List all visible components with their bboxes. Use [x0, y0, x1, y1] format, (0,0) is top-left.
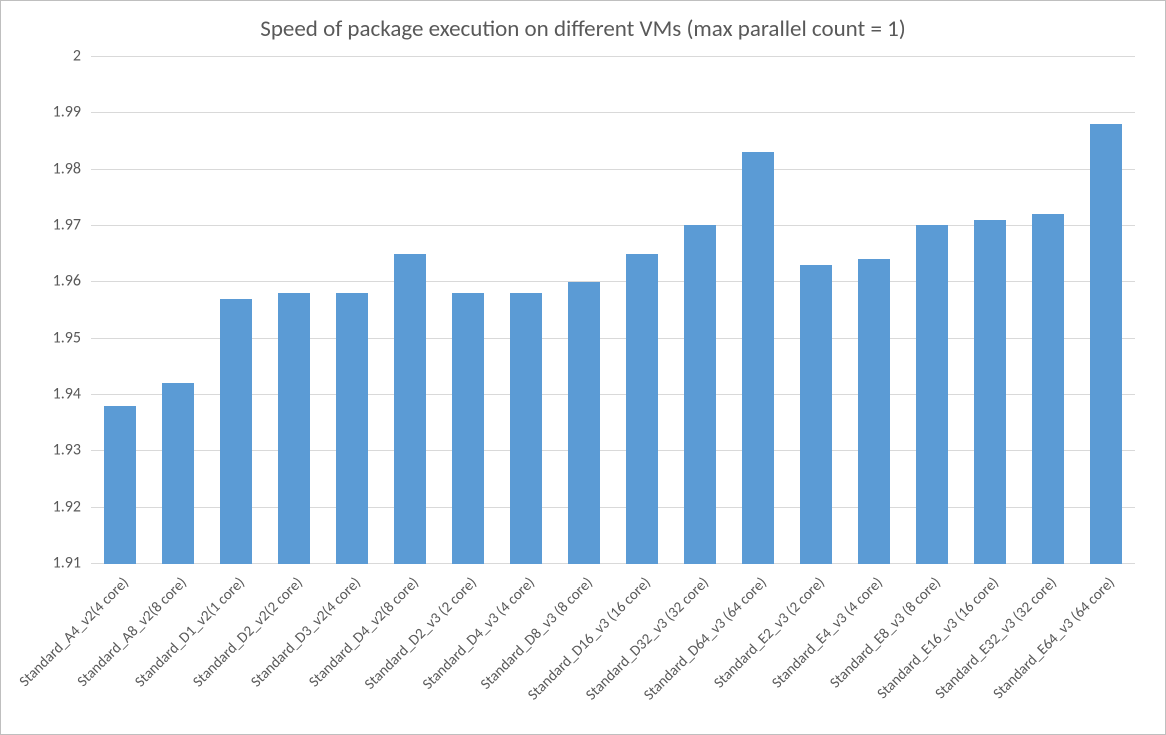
bar [800, 265, 832, 564]
bar [684, 225, 716, 564]
bar-slot [555, 56, 613, 564]
x-tick-label: Standard_A4_v2(4 core) [16, 574, 133, 691]
y-tick-label: 2 [73, 47, 91, 66]
bar [452, 293, 484, 564]
bar [278, 293, 310, 564]
bar [1032, 214, 1064, 564]
bar-slot [323, 56, 381, 564]
plot-area: 1.911.921.931.941.951.961.971.981.992 [91, 56, 1135, 564]
chart-title: Speed of package execution on different … [1, 1, 1165, 49]
bar-slot [671, 56, 729, 564]
bar-slot [613, 56, 671, 564]
bar-slot [381, 56, 439, 564]
y-tick-label: 1.93 [53, 441, 91, 460]
bar [1090, 124, 1122, 564]
chart-container: Speed of package execution on different … [0, 0, 1166, 735]
bar [568, 282, 600, 564]
bar [626, 254, 658, 564]
y-tick-label: 1.91 [53, 554, 91, 573]
bar-slot [149, 56, 207, 564]
x-label-slot: Standard_E64_v3 (64 core) [1077, 566, 1135, 734]
bar [104, 406, 136, 564]
y-tick-label: 1.92 [53, 497, 91, 516]
bar-slot [497, 56, 555, 564]
bar-slot [787, 56, 845, 564]
bar [742, 152, 774, 564]
bar [858, 259, 890, 564]
y-tick-label: 1.97 [53, 216, 91, 235]
y-tick-label: 1.95 [53, 328, 91, 347]
y-tick-label: 1.98 [53, 159, 91, 178]
bar [510, 293, 542, 564]
y-tick-label: 1.96 [53, 272, 91, 291]
bar-slot [1019, 56, 1077, 564]
bar-slot [207, 56, 265, 564]
bar-slot [91, 56, 149, 564]
bar [974, 220, 1006, 564]
y-tick-label: 1.99 [53, 103, 91, 122]
bar-slot [961, 56, 1019, 564]
x-axis-labels: Standard_A4_v2(4 core)Standard_A8_v2(8 c… [91, 566, 1135, 734]
bar-slot [729, 56, 787, 564]
bar [220, 299, 252, 564]
bar [336, 293, 368, 564]
bar [394, 254, 426, 564]
bar-slot [439, 56, 497, 564]
bar-slot [903, 56, 961, 564]
bar [916, 225, 948, 564]
bar [162, 383, 194, 564]
bar-slot [1077, 56, 1135, 564]
bar-slot [845, 56, 903, 564]
bar-slot [265, 56, 323, 564]
y-tick-label: 1.94 [53, 385, 91, 404]
